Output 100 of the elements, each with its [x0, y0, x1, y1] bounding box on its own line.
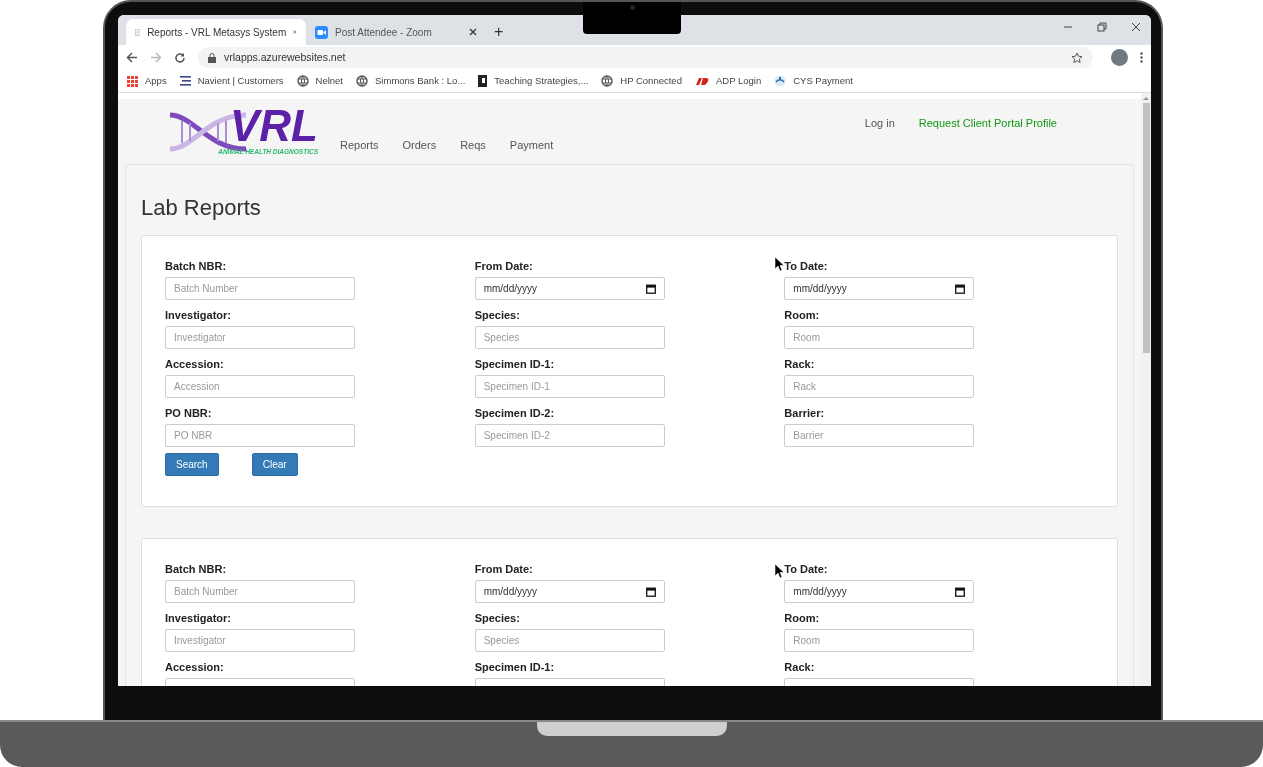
- field-label: From Date:: [474, 259, 533, 274]
- bookmark-label: ADP Login: [715, 73, 762, 88]
- calendar-icon[interactable]: [955, 283, 966, 294]
- browser-tab[interactable]: Post Attendee - Zoom: [306, 19, 486, 45]
- header-link[interactable]: Log in: [864, 115, 895, 132]
- adp-logo-icon: [694, 76, 709, 86]
- field-label: Accession:: [165, 357, 224, 372]
- field-label: To Date:: [784, 562, 828, 577]
- field-label: Specimen ID-1:: [474, 660, 555, 675]
- field-label: Specimen ID-1:: [474, 357, 555, 372]
- field-label: Species:: [474, 308, 520, 323]
- bookmark-label: Navient | Customers: [197, 73, 284, 88]
- date-field[interactable]: mm/dd/yyyy: [784, 580, 975, 603]
- logo-wordmark: VRL: [230, 105, 318, 147]
- restore-icon[interactable]: [1097, 22, 1107, 32]
- field-label: Room:: [784, 611, 820, 626]
- placeholder-text: Room: [793, 634, 820, 648]
- nav-link[interactable]: Reqs: [460, 137, 486, 154]
- address-bar[interactable]: vrlapps.azurewebsites.net: [198, 47, 1093, 68]
- globe-icon: [296, 75, 309, 87]
- bookmark[interactable]: Simmons Bank : Lo...: [356, 73, 466, 89]
- browser-tab[interactable]: Reports - VRL Metasys System: [126, 19, 306, 45]
- field-label: Rack:: [784, 660, 815, 675]
- form-button[interactable]: Search: [165, 453, 219, 476]
- url-text: vrlapps.azurewebsites.net: [224, 49, 347, 65]
- date-format-text: mm/dd/yyyy: [483, 585, 537, 599]
- lines-icon: [179, 75, 191, 87]
- bookmark[interactable]: Apps: [127, 73, 167, 89]
- placeholder-text: Species: [483, 331, 520, 345]
- field-label: Room:: [784, 308, 820, 323]
- bookmark[interactable]: Teaching Strategies,...: [478, 73, 589, 89]
- placeholder-text: Accession: [174, 380, 220, 394]
- bookmark[interactable]: CYS Payment: [774, 73, 853, 89]
- placeholder-text: Specimen ID-2: [483, 429, 550, 443]
- bookmark-label: HP Connected: [620, 73, 682, 88]
- calendar-icon[interactable]: [645, 283, 656, 294]
- avatar[interactable]: [1111, 49, 1128, 66]
- bookmark[interactable]: Nelnet: [296, 73, 343, 89]
- date-field[interactable]: mm/dd/yyyy: [784, 277, 975, 300]
- bookmark-label: Simmons Bank : Lo...: [375, 73, 466, 88]
- field-label: Specimen ID-2:: [474, 406, 555, 421]
- field-label: Investigator:: [165, 308, 231, 323]
- field-label: Species:: [474, 611, 520, 626]
- new-tab-button[interactable]: +: [488, 19, 510, 45]
- placeholder-text: Batch Number: [174, 282, 238, 296]
- date-format-text: mm/dd/yyyy: [483, 282, 537, 296]
- nav-link[interactable]: Payment: [509, 137, 554, 154]
- bookmark[interactable]: ADP Login: [694, 73, 762, 89]
- field-label: Batch NBR:: [165, 562, 227, 577]
- placeholder-text: Species: [483, 634, 520, 648]
- placeholder-text: Specimen ID-1: [483, 380, 550, 394]
- close-window-icon[interactable]: [1131, 22, 1141, 32]
- apps-grid-icon: [127, 75, 138, 87]
- page-title: Lab Reports: [141, 194, 262, 222]
- calendar-icon[interactable]: [955, 586, 966, 597]
- close-icon[interactable]: [469, 28, 477, 36]
- reload-icon[interactable]: [174, 51, 186, 64]
- back-arrow-icon[interactable]: [126, 52, 138, 63]
- placeholder-text: Rack: [793, 380, 817, 394]
- globe-icon: [601, 75, 614, 87]
- star-icon[interactable]: [1071, 51, 1083, 64]
- video-camera-icon: [315, 25, 328, 39]
- field-label: To Date:: [784, 259, 828, 274]
- tab-title: Reports - VRL Metasys System: [147, 25, 287, 40]
- bookmark-label: Teaching Strategies,...: [494, 73, 589, 88]
- tab-title: Post Attendee - Zoom: [335, 25, 433, 40]
- date-format-text: mm/dd/yyyy: [793, 585, 847, 599]
- field-label: Rack:: [784, 357, 815, 372]
- date-field[interactable]: mm/dd/yyyy: [474, 580, 665, 603]
- bookmark-label: Nelnet: [315, 73, 343, 88]
- placeholder-text: Barrier: [793, 429, 824, 443]
- date-field[interactable]: mm/dd/yyyy: [474, 277, 665, 300]
- mouse-pointer-icon: [775, 564, 784, 578]
- field-label: Barrier:: [784, 406, 825, 421]
- bookmark[interactable]: HP Connected: [601, 73, 682, 89]
- form-button[interactable]: Clear: [251, 453, 298, 476]
- field-label: Accession:: [165, 660, 224, 675]
- bookmark-label: Apps: [145, 73, 167, 88]
- placeholder-text: Investigator: [174, 331, 226, 345]
- field-label: Batch NBR:: [165, 259, 227, 274]
- field-label: Investigator:: [165, 611, 231, 626]
- seal-icon: [774, 75, 787, 87]
- nav-link[interactable]: Orders: [402, 137, 437, 154]
- menu-icon[interactable]: [1140, 52, 1143, 63]
- bookmark[interactable]: Navient | Customers: [179, 73, 284, 89]
- nav-link[interactable]: Reports: [340, 137, 379, 154]
- placeholder-text: Investigator: [174, 634, 226, 648]
- calendar-icon[interactable]: [645, 586, 656, 597]
- bookmark-label: CYS Payment: [793, 73, 853, 88]
- placeholder-text: PO NBR: [174, 429, 213, 443]
- scrollbar[interactable]: [1141, 93, 1151, 686]
- field-label: PO NBR:: [165, 406, 212, 421]
- header-link[interactable]: Request Client Portal Profile: [918, 115, 1057, 132]
- date-format-text: mm/dd/yyyy: [793, 282, 847, 296]
- field-label: From Date:: [474, 562, 533, 577]
- globe-icon: [356, 75, 368, 87]
- lock-icon: [208, 52, 216, 63]
- mouse-pointer-icon: [775, 257, 784, 271]
- placeholder-text: Room: [793, 331, 820, 345]
- placeholder-text: Batch Number: [174, 585, 238, 599]
